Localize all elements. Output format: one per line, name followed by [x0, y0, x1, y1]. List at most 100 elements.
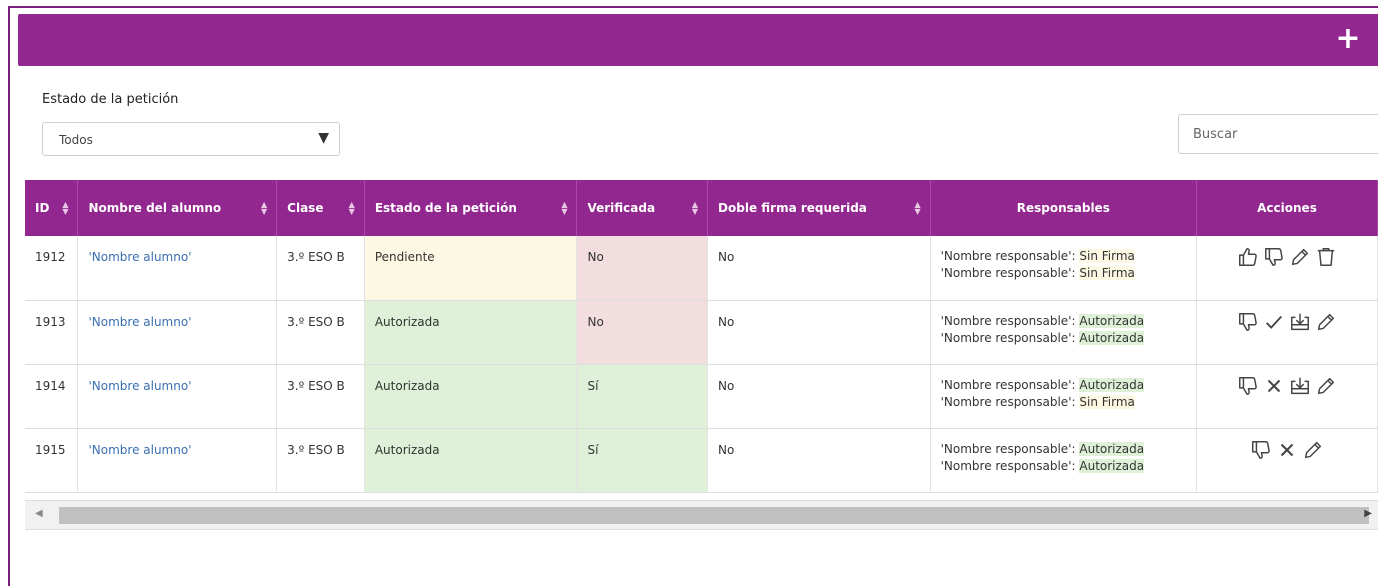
cell-responsables: 'Nombre responsable': Autorizada 'Nombre … [930, 300, 1197, 365]
cell-clase: 3.º ESO B [276, 236, 365, 301]
status-filter-select[interactable]: Todos ▼ [42, 122, 340, 156]
cell-doble-firma: No [707, 236, 931, 301]
table-header-row: ID ▲ ▼ Nombre del alumno ▲ ▼ Clase ▲ ▼ Estado … [25, 180, 1378, 236]
cell-acciones [1196, 364, 1378, 429]
pencil-icon[interactable] [1302, 439, 1324, 461]
table-row: 1914 'Nombre alumno' 3.º ESO B Autorizada Sí… [25, 364, 1378, 429]
add-button[interactable]: + [1330, 22, 1366, 58]
responsable-status: Sin Firma [1079, 249, 1135, 263]
download-icon[interactable] [1289, 375, 1311, 397]
responsable-line: 'Nombre responsable': Sin Firma [941, 265, 1186, 282]
filter-label: Estado de la petición [42, 92, 179, 107]
header-label: Estado de la petición [374, 201, 517, 215]
header-acciones: Acciones [1196, 180, 1378, 236]
cell-id: 1915 [25, 428, 79, 493]
cell-responsables: 'Nombre responsable': Autorizada 'Nombre … [930, 364, 1197, 429]
cell-doble-firma: No [707, 428, 931, 493]
search-input[interactable] [1178, 114, 1378, 154]
responsable-name: 'Nombre responsable': [940, 458, 1076, 473]
thumbs-down-icon[interactable] [1237, 375, 1259, 397]
close-icon[interactable] [1276, 439, 1298, 461]
pencil-icon[interactable] [1315, 375, 1337, 397]
header-doble-firma[interactable]: Doble firma requerida ▲ ▼ [707, 180, 931, 236]
trash-icon[interactable] [1315, 246, 1337, 268]
top-toolbar: + [18, 14, 1378, 66]
responsable-line: 'Nombre responsable': Sin Firma [941, 394, 1186, 411]
cell-clase: 3.º ESO B [276, 428, 365, 493]
sort-icon: ▲ ▼ [914, 200, 921, 216]
cell-id: 1914 [25, 364, 79, 429]
thumbs-up-icon[interactable] [1237, 246, 1259, 268]
student-name-link[interactable]: 'Nombre alumno' [77, 364, 278, 429]
cell-verificada: Sí [576, 364, 709, 429]
responsable-name: 'Nombre responsable': [940, 377, 1076, 392]
cell-id: 1913 [25, 300, 79, 365]
responsable-name: 'Nombre responsable': [940, 266, 1076, 280]
pencil-icon[interactable] [1315, 311, 1337, 333]
cell-clase: 3.º ESO B [276, 300, 365, 365]
sort-icon: ▲ ▼ [561, 200, 568, 216]
responsable-status: Autorizada [1079, 313, 1145, 328]
horizontal-scrollbar[interactable]: ◀ ▶ [25, 500, 1378, 530]
thumbs-down-icon[interactable] [1250, 439, 1272, 461]
responsable-status: Sin Firma [1079, 266, 1135, 280]
responsable-line: 'Nombre responsable': Autorizada [941, 441, 1186, 458]
check-icon[interactable] [1263, 311, 1285, 333]
status-filter-value: Todos [59, 133, 93, 147]
responsable-name: 'Nombre responsable': [940, 394, 1076, 409]
scroll-right-arrow-icon[interactable]: ▶ [1364, 508, 1372, 519]
cell-acciones [1196, 428, 1378, 493]
scrollbar-thumb[interactable] [59, 507, 1369, 524]
thumbs-down-icon[interactable] [1263, 246, 1285, 268]
header-responsables: Responsables [930, 180, 1197, 236]
cell-acciones [1196, 236, 1378, 301]
cell-estado: Autorizada [364, 428, 578, 493]
header-clase[interactable]: Clase ▲ ▼ [276, 180, 365, 236]
student-name-link[interactable]: 'Nombre alumno' [77, 236, 278, 301]
thumbs-down-icon[interactable] [1237, 311, 1259, 333]
header-alumno[interactable]: Nombre del alumno ▲ ▼ [77, 180, 278, 236]
close-icon[interactable] [1263, 375, 1285, 397]
cell-clase: 3.º ESO B [276, 364, 365, 429]
header-label: Doble firma requerida [718, 201, 867, 215]
cell-verificada: Sí [576, 428, 709, 493]
responsable-name: 'Nombre responsable': [940, 330, 1076, 345]
responsable-line: 'Nombre responsable': Autorizada [941, 377, 1186, 394]
table-row: 1915 'Nombre alumno' 3.º ESO B Autorizada Sí… [25, 428, 1378, 493]
student-name-link[interactable]: 'Nombre alumno' [77, 300, 278, 365]
cell-estado: Autorizada [364, 364, 578, 429]
cell-estado: Autorizada [364, 300, 578, 365]
pencil-icon[interactable] [1289, 246, 1311, 268]
responsable-line: 'Nombre responsable': Sin Firma [941, 248, 1186, 265]
cell-responsables: 'Nombre responsable': Sin Firma 'Nombre r… [930, 236, 1197, 301]
cell-estado: Pendiente [364, 236, 578, 301]
header-estado[interactable]: Estado de la petición ▲ ▼ [364, 180, 578, 236]
requests-table: ID ▲ ▼ Nombre del alumno ▲ ▼ Clase ▲ ▼ Estado … [25, 180, 1378, 493]
sort-icon: ▲ ▼ [261, 200, 268, 216]
cell-doble-firma: No [707, 364, 931, 429]
cell-responsables: 'Nombre responsable': Autorizada 'Nombre … [930, 428, 1197, 493]
cell-verificada: No [576, 236, 709, 301]
caret-down-icon: ▼ [318, 130, 329, 146]
responsable-line: 'Nombre responsable': Autorizada [941, 313, 1186, 330]
responsable-status: Autorizada [1079, 330, 1145, 345]
responsable-status: Autorizada [1079, 458, 1145, 473]
responsable-line: 'Nombre responsable': Autorizada [941, 330, 1186, 347]
table-row: 1912 'Nombre alumno' 3.º ESO B Pendiente No N… [25, 236, 1378, 301]
responsable-name: 'Nombre responsable': [940, 313, 1076, 328]
sort-icon: ▲ ▼ [691, 200, 699, 216]
sort-icon: ▲ ▼ [348, 200, 355, 216]
cell-acciones [1196, 300, 1378, 365]
header-id[interactable]: ID ▲ ▼ [25, 180, 79, 236]
responsable-status: Autorizada [1079, 441, 1145, 456]
student-name-link[interactable]: 'Nombre alumno' [77, 428, 278, 493]
cell-id: 1912 [25, 236, 79, 301]
header-verificada[interactable]: Verificada ▲ ▼ [576, 180, 709, 236]
scroll-left-arrow-icon[interactable]: ◀ [35, 508, 43, 519]
header-label: Nombre del alumno [88, 201, 222, 215]
responsable-status: Autorizada [1079, 377, 1145, 392]
responsable-line: 'Nombre responsable': Autorizada [941, 458, 1186, 475]
cell-doble-firma: No [707, 300, 931, 365]
download-icon[interactable] [1289, 311, 1311, 333]
responsable-name: 'Nombre responsable': [940, 249, 1076, 263]
